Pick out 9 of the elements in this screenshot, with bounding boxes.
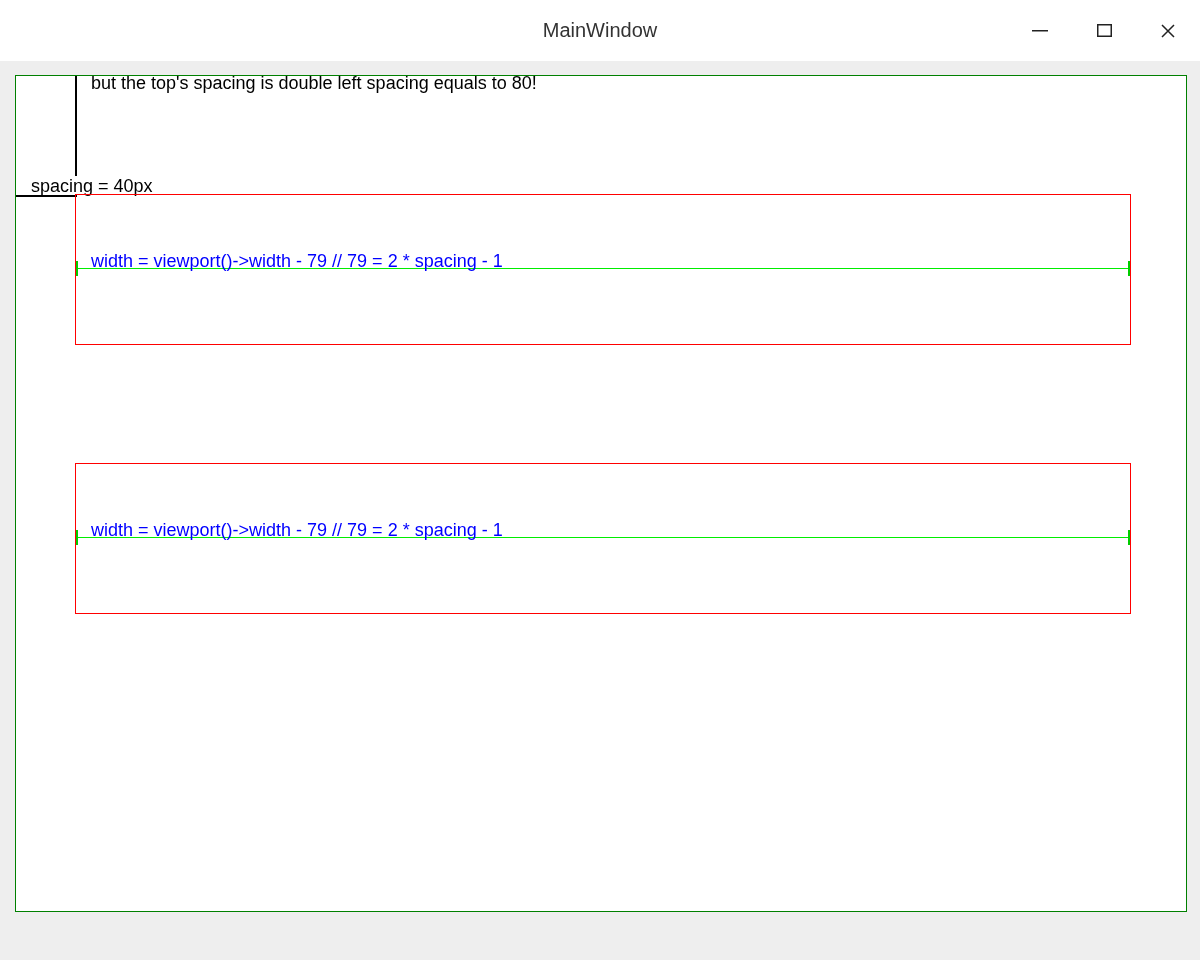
maximize-icon — [1096, 24, 1112, 37]
close-icon — [1161, 23, 1175, 38]
width-label: width = viewport()->width - 79 // 79 = 2 * spacing - 1 — [91, 251, 503, 272]
guide-line — [16, 195, 77, 197]
minimize-icon — [1032, 29, 1048, 32]
width-label: width = viewport()->width - 79 // 79 = 2 * spacing - 1 — [91, 520, 503, 541]
spacing-label: spacing = 40px — [31, 177, 153, 195]
window-title: MainWindow — [542, 19, 658, 42]
note-text: but the top's spacing is double left spacing equals to 80! — [91, 73, 537, 94]
